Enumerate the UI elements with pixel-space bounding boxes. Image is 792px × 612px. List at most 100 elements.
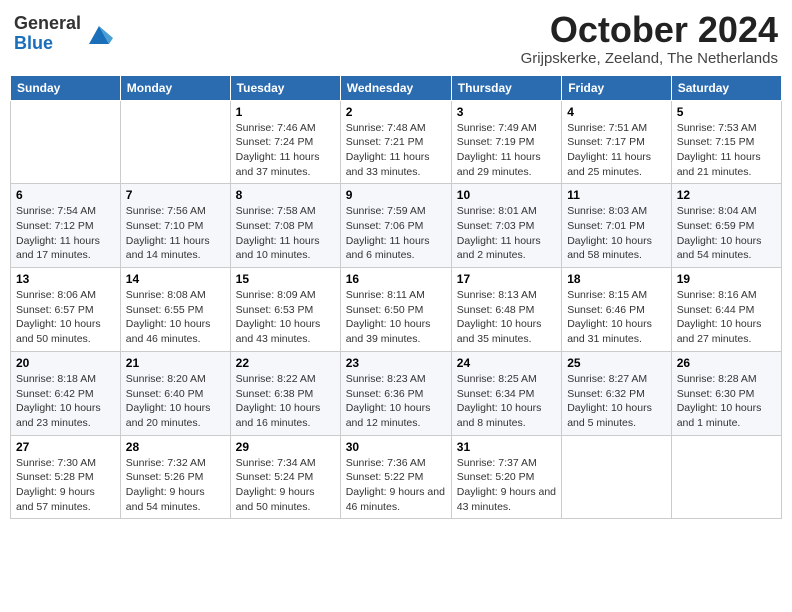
calendar-week-row: 1Sunrise: 7:46 AMSunset: 7:24 PMDaylight…	[11, 100, 782, 184]
calendar-cell: 11 Sunrise: 8:03 AMSunset: 7:01 PMDayligh…	[562, 184, 672, 268]
calendar-cell: 31 Sunrise: 7:37 AMSunset: 5:20 PMDayligh…	[451, 435, 561, 519]
day-number: 27	[16, 440, 115, 454]
calendar-cell: 27 Sunrise: 7:30 AMSunset: 5:28 PMDayligh…	[11, 435, 121, 519]
calendar-cell: 29Sunrise: 7:34 AMSunset: 5:24 PMDayligh…	[230, 435, 340, 519]
calendar-cell: 2Sunrise: 7:48 AMSunset: 7:21 PMDaylight…	[340, 100, 451, 184]
day-number: 30	[346, 440, 446, 454]
day-detail: Sunrise: 7:54 AMSunset: 7:12 PMDaylight:…	[16, 204, 115, 263]
calendar-cell: 9 Sunrise: 7:59 AMSunset: 7:06 PMDaylight…	[340, 184, 451, 268]
calendar-week-row: 6 Sunrise: 7:54 AMSunset: 7:12 PMDaylight…	[11, 184, 782, 268]
page-header: General Blue October 2024 Grijpskerke, Z…	[10, 10, 782, 67]
month-title: October 2024	[521, 10, 778, 50]
calendar-cell	[671, 435, 781, 519]
day-number: 8	[236, 188, 335, 202]
weekday-header: Sunday	[11, 75, 121, 100]
calendar-cell: 6 Sunrise: 7:54 AMSunset: 7:12 PMDaylight…	[11, 184, 121, 268]
day-detail: Sunrise: 8:28 AMSunset: 6:30 PMDaylight:…	[677, 372, 776, 431]
calendar-cell	[120, 100, 230, 184]
logo-blue-text: Blue	[14, 33, 53, 53]
day-detail: Sunrise: 8:03 AMSunset: 7:01 PMDaylight:…	[567, 204, 666, 263]
calendar-cell: 12 Sunrise: 8:04 AMSunset: 6:59 PMDayligh…	[671, 184, 781, 268]
day-number: 14	[126, 272, 225, 286]
day-detail: Sunrise: 8:27 AMSunset: 6:32 PMDaylight:…	[567, 372, 666, 431]
location-title: Grijpskerke, Zeeland, The Netherlands	[521, 50, 778, 67]
calendar-week-row: 27 Sunrise: 7:30 AMSunset: 5:28 PMDayligh…	[11, 435, 782, 519]
day-detail: Sunrise: 7:58 AMSunset: 7:08 PMDaylight:…	[236, 204, 335, 263]
day-detail: Sunrise: 7:30 AMSunset: 5:28 PMDaylight:…	[16, 456, 115, 515]
calendar-cell: 16 Sunrise: 8:11 AMSunset: 6:50 PMDayligh…	[340, 268, 451, 352]
calendar-cell: 13 Sunrise: 8:06 AMSunset: 6:57 PMDayligh…	[11, 268, 121, 352]
day-number: 29	[236, 440, 335, 454]
calendar-cell: 20 Sunrise: 8:18 AMSunset: 6:42 PMDayligh…	[11, 351, 121, 435]
calendar-cell: 1Sunrise: 7:46 AMSunset: 7:24 PMDaylight…	[230, 100, 340, 184]
day-detail: Sunrise: 7:37 AMSunset: 5:20 PMDaylight:…	[457, 456, 556, 515]
weekday-header: Wednesday	[340, 75, 451, 100]
day-detail: Sunrise: 8:09 AMSunset: 6:53 PMDaylight:…	[236, 288, 335, 347]
day-detail: Sunrise: 7:46 AMSunset: 7:24 PMDaylight:…	[236, 121, 335, 180]
day-number: 28	[126, 440, 225, 454]
calendar-week-row: 20 Sunrise: 8:18 AMSunset: 6:42 PMDayligh…	[11, 351, 782, 435]
calendar-cell: 15 Sunrise: 8:09 AMSunset: 6:53 PMDayligh…	[230, 268, 340, 352]
calendar-cell: 30 Sunrise: 7:36 AMSunset: 5:22 PMDayligh…	[340, 435, 451, 519]
calendar-cell: 8 Sunrise: 7:58 AMSunset: 7:08 PMDaylight…	[230, 184, 340, 268]
calendar-cell	[11, 100, 121, 184]
logo: General Blue	[14, 14, 113, 54]
calendar-header-row: SundayMondayTuesdayWednesdayThursdayFrid…	[11, 75, 782, 100]
day-number: 10	[457, 188, 556, 202]
day-detail: Sunrise: 7:59 AMSunset: 7:06 PMDaylight:…	[346, 204, 446, 263]
calendar-cell: 22Sunrise: 8:22 AMSunset: 6:38 PMDayligh…	[230, 351, 340, 435]
day-number: 24	[457, 356, 556, 370]
day-detail: Sunrise: 7:53 AMSunset: 7:15 PMDaylight:…	[677, 121, 776, 180]
calendar-week-row: 13 Sunrise: 8:06 AMSunset: 6:57 PMDayligh…	[11, 268, 782, 352]
day-number: 15	[236, 272, 335, 286]
day-number: 18	[567, 272, 666, 286]
day-number: 25	[567, 356, 666, 370]
day-detail: Sunrise: 8:06 AMSunset: 6:57 PMDaylight:…	[16, 288, 115, 347]
day-number: 23	[346, 356, 446, 370]
calendar-table: SundayMondayTuesdayWednesdayThursdayFrid…	[10, 75, 782, 520]
day-detail: Sunrise: 7:49 AMSunset: 7:19 PMDaylight:…	[457, 121, 556, 180]
day-detail: Sunrise: 8:25 AMSunset: 6:34 PMDaylight:…	[457, 372, 556, 431]
weekday-header: Thursday	[451, 75, 561, 100]
day-detail: Sunrise: 8:16 AMSunset: 6:44 PMDaylight:…	[677, 288, 776, 347]
calendar-cell: 7Sunrise: 7:56 AMSunset: 7:10 PMDaylight…	[120, 184, 230, 268]
weekday-header: Saturday	[671, 75, 781, 100]
calendar-cell: 21Sunrise: 8:20 AMSunset: 6:40 PMDayligh…	[120, 351, 230, 435]
day-detail: Sunrise: 8:18 AMSunset: 6:42 PMDaylight:…	[16, 372, 115, 431]
day-number: 5	[677, 105, 776, 119]
day-detail: Sunrise: 7:36 AMSunset: 5:22 PMDaylight:…	[346, 456, 446, 515]
calendar-cell: 28 Sunrise: 7:32 AMSunset: 5:26 PMDayligh…	[120, 435, 230, 519]
calendar-cell: 14 Sunrise: 8:08 AMSunset: 6:55 PMDayligh…	[120, 268, 230, 352]
calendar-cell: 10 Sunrise: 8:01 AMSunset: 7:03 PMDayligh…	[451, 184, 561, 268]
day-detail: Sunrise: 8:04 AMSunset: 6:59 PMDaylight:…	[677, 204, 776, 263]
day-number: 26	[677, 356, 776, 370]
day-detail: Sunrise: 8:11 AMSunset: 6:50 PMDaylight:…	[346, 288, 446, 347]
day-detail: Sunrise: 7:56 AMSunset: 7:10 PMDaylight:…	[126, 204, 225, 263]
day-detail: Sunrise: 7:32 AMSunset: 5:26 PMDaylight:…	[126, 456, 225, 515]
day-number: 20	[16, 356, 115, 370]
day-detail: Sunrise: 8:15 AMSunset: 6:46 PMDaylight:…	[567, 288, 666, 347]
calendar-cell	[562, 435, 672, 519]
day-detail: Sunrise: 8:01 AMSunset: 7:03 PMDaylight:…	[457, 204, 556, 263]
calendar-cell: 24 Sunrise: 8:25 AMSunset: 6:34 PMDayligh…	[451, 351, 561, 435]
calendar-cell: 23Sunrise: 8:23 AMSunset: 6:36 PMDayligh…	[340, 351, 451, 435]
calendar-cell: 25 Sunrise: 8:27 AMSunset: 6:32 PMDayligh…	[562, 351, 672, 435]
day-detail: Sunrise: 7:51 AMSunset: 7:17 PMDaylight:…	[567, 121, 666, 180]
day-detail: Sunrise: 8:08 AMSunset: 6:55 PMDaylight:…	[126, 288, 225, 347]
day-detail: Sunrise: 8:20 AMSunset: 6:40 PMDaylight:…	[126, 372, 225, 431]
day-number: 9	[346, 188, 446, 202]
title-block: October 2024 Grijpskerke, Zeeland, The N…	[521, 10, 778, 67]
day-number: 6	[16, 188, 115, 202]
calendar-cell: 17Sunrise: 8:13 AMSunset: 6:48 PMDayligh…	[451, 268, 561, 352]
day-number: 31	[457, 440, 556, 454]
logo-general-text: General	[14, 13, 81, 33]
day-number: 16	[346, 272, 446, 286]
day-number: 11	[567, 188, 666, 202]
calendar-cell: 19Sunrise: 8:16 AMSunset: 6:44 PMDayligh…	[671, 268, 781, 352]
day-number: 2	[346, 105, 446, 119]
calendar-cell: 26 Sunrise: 8:28 AMSunset: 6:30 PMDayligh…	[671, 351, 781, 435]
day-number: 12	[677, 188, 776, 202]
day-number: 22	[236, 356, 335, 370]
day-number: 13	[16, 272, 115, 286]
calendar-cell: 4Sunrise: 7:51 AMSunset: 7:17 PMDaylight…	[562, 100, 672, 184]
